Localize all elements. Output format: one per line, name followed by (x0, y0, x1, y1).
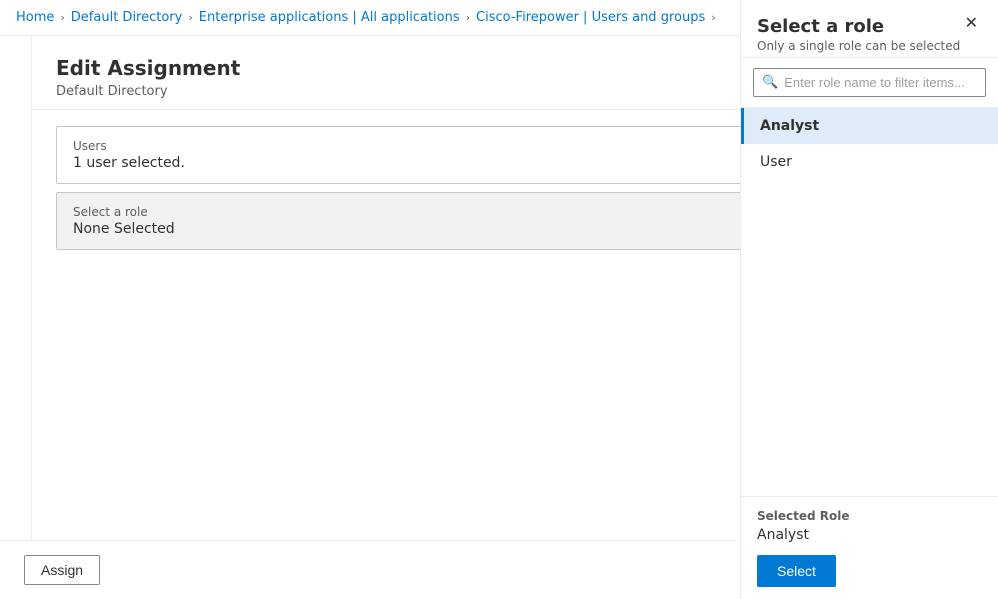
search-box-wrapper: 🔍 (741, 58, 998, 108)
breadcrumb-default-dir[interactable]: Default Directory (71, 10, 183, 25)
panel-footer: Selected Role Analyst Select (741, 496, 998, 599)
role-item-user[interactable]: User (741, 144, 998, 180)
selected-role-label: Selected Role (757, 509, 982, 523)
breadcrumb-cisco-firepower[interactable]: Cisco-Firepower | Users and groups (476, 10, 705, 25)
breadcrumb-sep-1: › (60, 11, 64, 24)
panel-subtitle: Only a single role can be selected (757, 39, 960, 53)
search-box: 🔍 (753, 68, 986, 97)
users-value: 1 user selected. (73, 155, 185, 171)
close-panel-button[interactable]: ✕ (961, 16, 982, 32)
search-icon: 🔍 (762, 75, 778, 90)
assign-button[interactable]: Assign (24, 555, 100, 585)
panel-title-block: Select a role Only a single role can be … (757, 16, 960, 53)
breadcrumb-sep-2: › (188, 11, 192, 24)
role-label: Select a role (73, 205, 175, 219)
bottom-bar: Assign (0, 540, 735, 599)
breadcrumb-home[interactable]: Home (16, 10, 54, 25)
panel-header: Select a role Only a single role can be … (741, 0, 998, 58)
breadcrumb-sep-3: › (466, 11, 470, 24)
role-item-analyst[interactable]: Analyst (741, 108, 998, 144)
users-field-content: Users 1 user selected. (73, 139, 185, 171)
users-label: Users (73, 139, 185, 153)
role-value: None Selected (73, 221, 175, 237)
right-panel: Select a role Only a single role can be … (740, 0, 998, 599)
role-field-content: Select a role None Selected (73, 205, 175, 237)
panel-title: Select a role (757, 16, 960, 37)
breadcrumb-sep-4: › (711, 11, 715, 24)
role-list: Analyst User (741, 108, 998, 496)
left-sidebar-strip (0, 36, 32, 599)
select-button[interactable]: Select (757, 555, 836, 587)
role-search-input[interactable] (784, 75, 977, 90)
breadcrumb-enterprise-apps[interactable]: Enterprise applications | All applicatio… (199, 10, 460, 25)
selected-role-value: Analyst (757, 527, 982, 543)
main-content: Edit Assignment Default Directory Users … (0, 36, 998, 599)
